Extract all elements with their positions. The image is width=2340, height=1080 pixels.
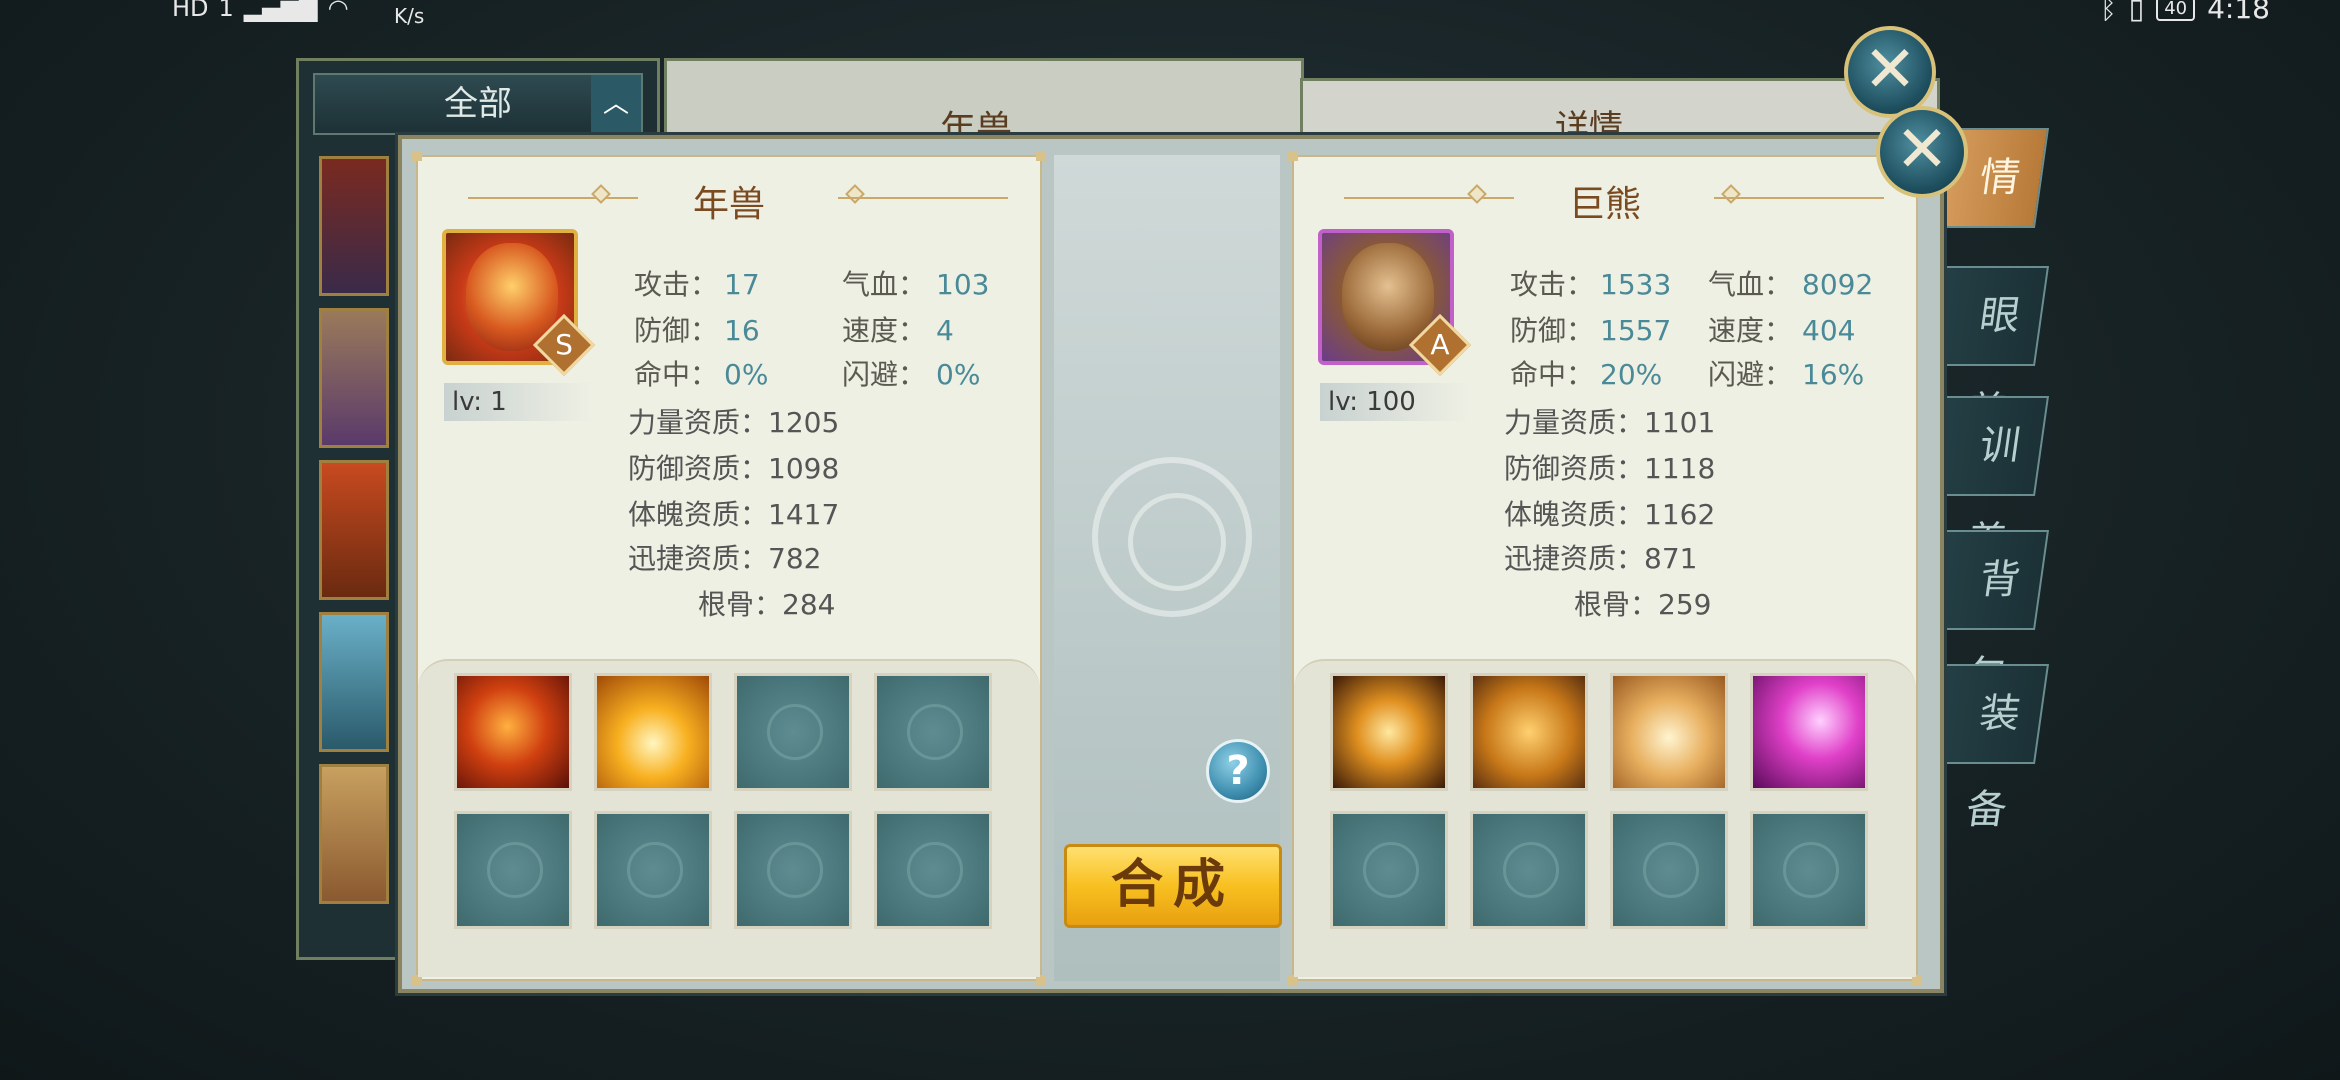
empty-skill-slot[interactable]	[1470, 811, 1588, 929]
stat-attack: 攻击： 17	[634, 268, 760, 301]
pet-thumbnail[interactable]	[319, 308, 389, 448]
pet-thumbnails	[319, 156, 389, 916]
slot-emblem-icon	[907, 842, 963, 898]
skill-slots-panel	[1294, 659, 1916, 977]
aptitude-strength: 力量资质：1101	[1504, 406, 1716, 439]
clock: 4:18	[2207, 0, 2270, 25]
slot-emblem-icon	[1783, 842, 1839, 898]
slot-emblem-icon	[767, 842, 823, 898]
close-button[interactable]: ✕	[1876, 106, 1968, 198]
aptitude-agility: 迅捷资质：871	[1504, 542, 1698, 575]
stat-hp: 气血： 8092	[1708, 268, 1874, 301]
stat-attack: 攻击： 1533	[1510, 268, 1672, 301]
pet-thumbnail[interactable]	[319, 156, 389, 296]
pet-thumbnail[interactable]	[319, 612, 389, 752]
compose-dialog: 年兽 S lv: 1 攻击： 17 气血： 103 防御： 16 速度： 4 命中： 0%…	[398, 135, 1944, 993]
pet-portrait[interactable]: A	[1318, 229, 1472, 377]
status-left: HD 1 ▂▄▆█ ◠	[172, 0, 349, 22]
filter-label: 全部	[444, 84, 512, 124]
aptitude-strength: 力量资质：1205	[628, 406, 840, 439]
stat-hit: 命中： 20%	[1510, 358, 1663, 391]
empty-skill-slot[interactable]	[1610, 811, 1728, 929]
sim-icon: 1	[218, 0, 234, 22]
stat-hp: 气血： 103	[842, 268, 990, 301]
corner-ornament	[1288, 151, 1298, 161]
chevron-up-icon[interactable]: ︿	[591, 75, 641, 133]
stat-hit: 命中： 0%	[634, 358, 769, 391]
empty-skill-slot[interactable]	[874, 811, 992, 929]
signal-icon: ▂▄▆█	[243, 0, 318, 22]
pet-thumbnail[interactable]	[319, 460, 389, 600]
help-button[interactable]: ?	[1206, 739, 1270, 803]
empty-skill-slot[interactable]	[1750, 811, 1868, 929]
aptitude-root-bone: 根骨：259	[1574, 588, 1712, 621]
battery-icon: 40	[2156, 0, 2196, 21]
empty-skill-slot[interactable]	[734, 811, 852, 929]
pet-level: lv: 1	[444, 383, 594, 421]
aptitude-defense: 防御资质：1118	[1504, 452, 1716, 485]
empty-skill-slot[interactable]	[594, 811, 712, 929]
aptitude-constitution: 体魄资质：1417	[628, 498, 840, 531]
aptitude-defense: 防御资质：1098	[628, 452, 840, 485]
compose-button[interactable]: 合成	[1064, 844, 1282, 928]
pet-level: lv: 100	[1320, 383, 1470, 421]
corner-ornament	[412, 151, 422, 161]
status-bar: HD 1 ▂▄▆█ ◠ K/s ᛒ ▯ 40 4:18	[0, 0, 2340, 30]
bluetooth-icon: ᛒ	[2099, 0, 2117, 25]
skill-slots-panel	[418, 659, 1040, 977]
stat-defense: 防御： 16	[634, 314, 760, 347]
pet-name: 年兽	[692, 184, 765, 225]
status-right: ᛒ ▯ 40 4:18	[2100, 0, 2270, 25]
pet-name: 巨熊	[1568, 184, 1641, 225]
lion-roar-skill-icon[interactable]	[1470, 673, 1588, 791]
slot-emblem-icon	[767, 704, 823, 760]
empty-skill-slot[interactable]	[454, 811, 572, 929]
slot-emblem-icon	[1503, 842, 1559, 898]
stat-dodge: 闪避： 16%	[1708, 358, 1865, 391]
stat-defense: 防御： 1557	[1510, 314, 1672, 347]
background-close-button[interactable]: ✕	[1844, 26, 1936, 118]
slot-emblem-icon	[1643, 842, 1699, 898]
stat-speed: 速度： 404	[1708, 314, 1856, 347]
hd-icon: HD	[172, 0, 209, 22]
slot-emblem-icon	[487, 842, 543, 898]
pet-portrait[interactable]: S	[442, 229, 596, 377]
net-speed: K/s	[394, 4, 425, 28]
slot-emblem-icon	[907, 704, 963, 760]
right-pet-card: 巨熊 A lv: 100 攻击： 1533 气血： 8092 防御： 1557 速度：…	[1288, 151, 1922, 985]
golden-cross-skill-icon[interactable]	[1330, 673, 1448, 791]
purple-lightning-skill-icon[interactable]	[1750, 673, 1868, 791]
corner-ornament	[1036, 151, 1046, 161]
golden-burst-skill-icon[interactable]	[594, 673, 712, 791]
fire-swirl-skill-icon[interactable]	[454, 673, 572, 791]
empty-skill-slot[interactable]	[874, 673, 992, 791]
empty-skill-slot[interactable]	[734, 673, 852, 791]
aptitude-constitution: 体魄资质：1162	[1504, 498, 1716, 531]
filter-dropdown[interactable]: 全部 ︿	[313, 73, 643, 135]
aptitude-agility: 迅捷资质：782	[628, 542, 822, 575]
stat-speed: 速度： 4	[842, 314, 954, 347]
light-beast-skill-icon[interactable]	[1610, 673, 1728, 791]
pet-thumbnail[interactable]	[319, 764, 389, 904]
dragon-emblem-icon	[1092, 457, 1252, 617]
slot-emblem-icon	[1363, 842, 1419, 898]
empty-skill-slot[interactable]	[1330, 811, 1448, 929]
wifi-icon: ◠	[327, 0, 349, 22]
left-pet-card: 年兽 S lv: 1 攻击： 17 气血： 103 防御： 16 速度： 4 命中： 0%…	[412, 151, 1046, 985]
slot-emblem-icon	[627, 842, 683, 898]
stat-dodge: 闪避： 0%	[842, 358, 981, 391]
vibrate-icon: ▯	[2128, 0, 2145, 25]
aptitude-root-bone: 根骨：284	[698, 588, 836, 621]
